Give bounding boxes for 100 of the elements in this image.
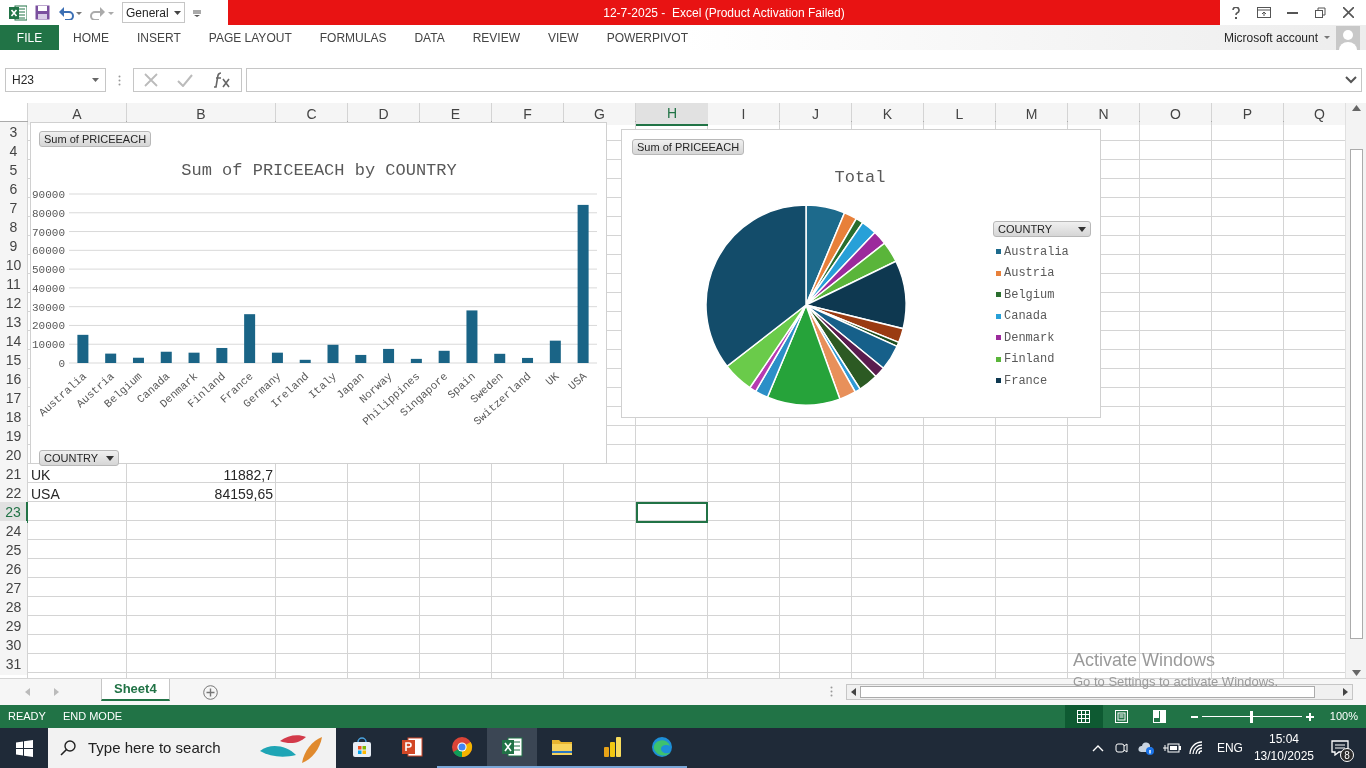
ribbon-tab[interactable]: DATA bbox=[400, 25, 459, 50]
ribbon-tab[interactable]: VIEW bbox=[534, 25, 593, 50]
search-field[interactable]: Type here to search bbox=[88, 736, 248, 760]
column-header[interactable]: P bbox=[1212, 103, 1283, 125]
clock[interactable]: 15:04 13/10/2025 bbox=[1253, 731, 1314, 765]
value-field-button[interactable]: Sum of PRICEEACH bbox=[39, 131, 152, 147]
minimize-icon[interactable] bbox=[1287, 11, 1299, 14]
row-header[interactable]: 14 bbox=[0, 331, 27, 352]
column-header[interactable]: F bbox=[492, 103, 563, 125]
ribbon-tab[interactable]: PAGE LAYOUT bbox=[194, 25, 306, 50]
column-header[interactable]: I bbox=[708, 103, 779, 125]
chevron-up-icon[interactable] bbox=[1091, 744, 1104, 752]
close-icon[interactable] bbox=[1342, 7, 1354, 18]
name-box[interactable]: H23 bbox=[5, 68, 106, 92]
ribbon-tab[interactable]: POWERPIVOT bbox=[592, 25, 702, 50]
ribbon-tab[interactable]: FORMULAS bbox=[305, 25, 401, 50]
column-header[interactable]: E bbox=[420, 103, 491, 125]
ribbon-tab[interactable]: HOME bbox=[59, 25, 123, 50]
row-header[interactable]: 13 bbox=[0, 312, 27, 333]
file-tab[interactable]: FILE bbox=[0, 25, 59, 50]
row-header[interactable]: 27 bbox=[0, 578, 27, 599]
scrollbar-thumb[interactable] bbox=[1349, 149, 1363, 639]
selected-cell[interactable] bbox=[636, 502, 708, 523]
normal-view-icon[interactable] bbox=[1064, 705, 1103, 728]
value-field-button[interactable]: Sum of PRICEEACH bbox=[632, 139, 745, 155]
legend-field-button[interactable]: COUNTRY bbox=[993, 221, 1091, 237]
row-header[interactable]: 30 bbox=[0, 635, 27, 656]
row-header[interactable]: 16 bbox=[0, 369, 27, 390]
zoom-slider-thumb[interactable] bbox=[1250, 710, 1254, 723]
column-header[interactable]: Q bbox=[1284, 103, 1345, 125]
insert-function-icon[interactable] bbox=[213, 72, 232, 88]
windows-logo-icon[interactable] bbox=[15, 739, 33, 757]
account-name[interactable]: Microsoft account bbox=[1223, 28, 1318, 47]
scroll-left-icon[interactable] bbox=[850, 688, 856, 696]
zoom-out-icon[interactable] bbox=[1190, 715, 1198, 718]
row-header[interactable]: 29 bbox=[0, 616, 27, 637]
sheet-tab[interactable]: Sheet4 bbox=[101, 679, 170, 701]
battery-icon[interactable] bbox=[1162, 742, 1181, 754]
column-header[interactable]: B bbox=[127, 103, 275, 125]
row-header[interactable]: 17 bbox=[0, 388, 27, 409]
column-header[interactable]: J bbox=[780, 103, 851, 125]
row-header[interactable]: 12 bbox=[0, 293, 27, 314]
vertical-scrollbar[interactable] bbox=[1345, 103, 1366, 678]
add-sheet-icon[interactable] bbox=[202, 685, 218, 700]
save-icon[interactable] bbox=[35, 5, 50, 20]
row-header[interactable]: 8 bbox=[0, 217, 27, 238]
expand-icon[interactable] bbox=[1345, 76, 1357, 84]
cloud-icon[interactable] bbox=[1137, 741, 1155, 755]
column-header[interactable]: N bbox=[1068, 103, 1139, 125]
column-header[interactable]: K bbox=[852, 103, 923, 125]
row-header[interactable]: 10 bbox=[0, 255, 27, 276]
row-header[interactable]: 24 bbox=[0, 521, 27, 542]
customize-toolbar-icon[interactable] bbox=[193, 8, 201, 17]
row-header[interactable]: 15 bbox=[0, 350, 27, 371]
row-header[interactable]: 31 bbox=[0, 654, 27, 675]
row-header[interactable]: 7 bbox=[0, 198, 27, 219]
spreadsheet-app-icon[interactable] bbox=[487, 728, 537, 768]
restore-icon[interactable] bbox=[1315, 7, 1327, 18]
number-format-dropdown[interactable]: General bbox=[122, 2, 185, 23]
search-bar[interactable]: Type here to search bbox=[48, 728, 336, 768]
meet-icon[interactable] bbox=[1114, 740, 1128, 756]
column-header[interactable]: O bbox=[1140, 103, 1211, 125]
column-header[interactable]: C bbox=[276, 103, 347, 125]
row-header[interactable]: 9 bbox=[0, 236, 27, 257]
language-indicator[interactable]: ENG bbox=[1216, 739, 1243, 757]
notifications-button[interactable]: 8 bbox=[1328, 734, 1352, 762]
row-header[interactable]: 5 bbox=[0, 160, 27, 181]
zoom-slider[interactable] bbox=[1201, 710, 1302, 723]
column-header[interactable]: A bbox=[28, 103, 126, 125]
zoom-percentage[interactable]: 100% bbox=[1329, 708, 1358, 725]
column-header[interactable]: G bbox=[564, 103, 635, 125]
splitter-icon[interactable] bbox=[829, 686, 833, 697]
caret-icon[interactable] bbox=[92, 78, 99, 82]
ribbon-tab[interactable]: INSERT bbox=[123, 25, 195, 50]
row-header[interactable]: 23 bbox=[0, 502, 28, 523]
formula-input[interactable] bbox=[246, 68, 1362, 92]
row-header[interactable]: 3 bbox=[0, 122, 27, 143]
row-header[interactable]: 19 bbox=[0, 426, 27, 447]
zoom-in-icon[interactable] bbox=[1305, 712, 1314, 721]
scroll-up-icon[interactable] bbox=[1351, 105, 1361, 111]
row-header[interactable]: 28 bbox=[0, 597, 27, 618]
row-header[interactable]: 4 bbox=[0, 141, 27, 162]
caret-icon[interactable] bbox=[174, 10, 181, 15]
row-header[interactable]: 6 bbox=[0, 179, 27, 200]
row-header[interactable]: 26 bbox=[0, 559, 27, 580]
wifi-icon[interactable] bbox=[1188, 741, 1205, 755]
row-header[interactable]: 21 bbox=[0, 464, 27, 485]
scroll-right-icon[interactable] bbox=[1342, 688, 1348, 696]
column-header[interactable]: M bbox=[996, 103, 1067, 125]
excel-logo-icon[interactable] bbox=[9, 4, 27, 21]
axis-field-button[interactable]: COUNTRY bbox=[39, 450, 120, 466]
column-header[interactable]: H bbox=[636, 103, 708, 126]
column-header[interactable]: D bbox=[348, 103, 419, 125]
row-header[interactable]: 22 bbox=[0, 483, 27, 504]
ribbon-tab[interactable]: REVIEW bbox=[458, 25, 534, 50]
column-header[interactable]: L bbox=[924, 103, 995, 125]
row-header[interactable]: 18 bbox=[0, 407, 27, 428]
undo-icon[interactable] bbox=[58, 5, 82, 20]
row-header[interactable]: 11 bbox=[0, 274, 27, 295]
row-header[interactable]: 20 bbox=[0, 445, 27, 466]
